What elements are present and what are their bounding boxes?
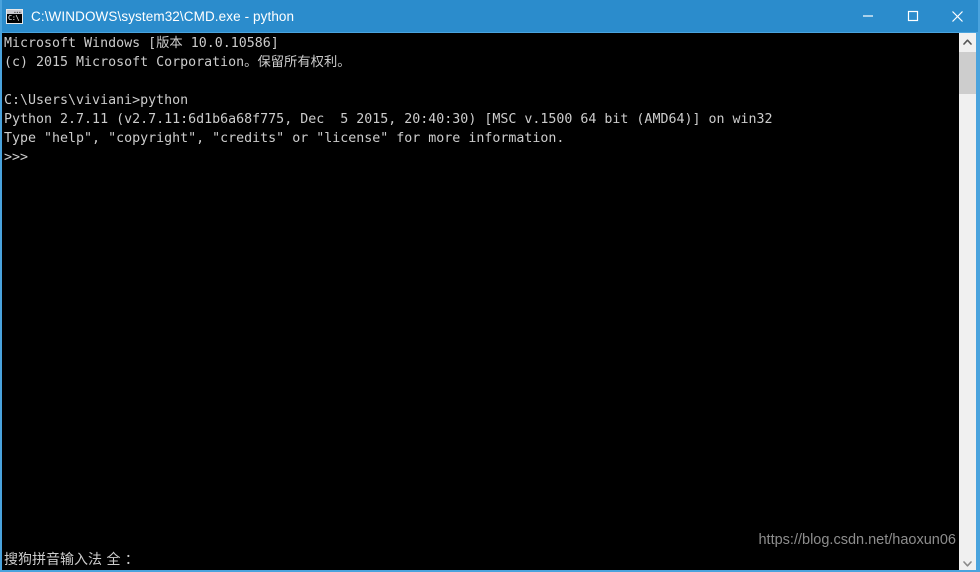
minimize-button[interactable] [845, 0, 890, 32]
icon-prompt-text: C:\ [8, 13, 20, 22]
scroll-up-arrow-icon[interactable] [959, 33, 976, 50]
cmd-window: ••• C:\ C:\WINDOWS\system32\CMD.exe - py… [0, 0, 980, 572]
console-output-area[interactable]: Microsoft Windows [版本 10.0.10586] (c) 20… [2, 32, 961, 570]
console-text: Microsoft Windows [版本 10.0.10586] (c) 20… [4, 36, 773, 165]
window-controls [845, 0, 978, 32]
maximize-button[interactable] [890, 0, 935, 32]
ime-status-bar: 搜狗拼音输入法 全 ： [4, 552, 139, 568]
title-bar[interactable]: ••• C:\ C:\WINDOWS\system32\CMD.exe - py… [2, 0, 978, 32]
vertical-scrollbar[interactable] [959, 32, 978, 570]
scroll-down-arrow-icon[interactable] [959, 555, 976, 570]
scrollbar-thumb[interactable] [959, 52, 976, 94]
window-title: C:\WINDOWS\system32\CMD.exe - python [31, 8, 295, 24]
close-button[interactable] [935, 0, 978, 32]
cmd-console-icon[interactable]: ••• C:\ [6, 8, 23, 24]
